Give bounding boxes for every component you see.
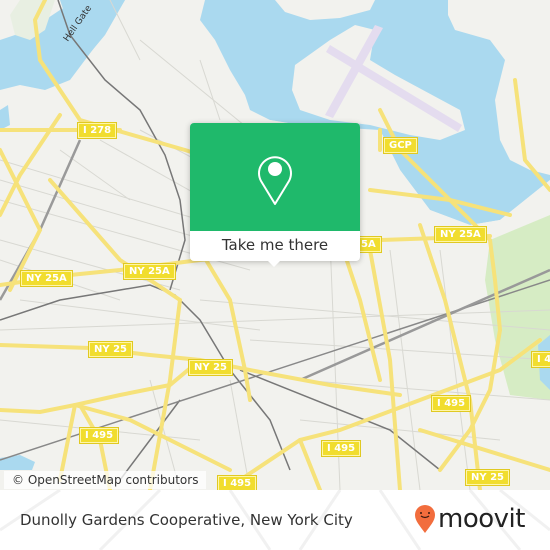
popup-header [190, 123, 360, 231]
route-shield-i495-center: I 495 [322, 441, 361, 456]
route-shield-ny25-east: NY 25 [466, 470, 510, 485]
route-shield-i495-edge: I 4 [532, 352, 550, 367]
place-name: Dunolly Gardens Cooperative, New York Ci… [20, 511, 353, 529]
route-shield-ny25-west1: NY 25 [89, 342, 133, 357]
moovit-brand[interactable]: moovit [414, 502, 525, 536]
map-pin-icon [258, 156, 292, 205]
route-shield-ny25-west2: NY 25 [189, 360, 233, 375]
location-popup[interactable]: Take me there [190, 123, 360, 267]
route-shield-gcp: GCP [384, 138, 417, 153]
moovit-wordmark: moovit [438, 504, 525, 534]
popup-tail [267, 260, 281, 267]
route-shield-i495-west: I 495 [80, 428, 119, 443]
footer-bar: Dunolly Gardens Cooperative, New York Ci… [0, 490, 550, 550]
route-shield-i495-bottom: I 495 [218, 476, 257, 490]
route-shield-i278: I 278 [78, 123, 117, 138]
map-attribution[interactable]: © OpenStreetMap contributors [4, 471, 207, 489]
moovit-logo-icon [415, 505, 435, 533]
water-left-edge [0, 105, 10, 130]
route-shield-ny25a-east: NY 25A [435, 227, 486, 242]
route-shield-ny25a-center: 5A [358, 237, 381, 252]
route-shield-i495-mid: I 495 [432, 396, 471, 411]
route-shield-ny25a-west1: NY 25A [124, 264, 175, 279]
map-canvas[interactable]: I 278 GCP NY 25A 5A NY 25A NY 25A NY 25 … [0, 0, 550, 490]
route-shield-ny25a-west2: NY 25A [21, 271, 72, 286]
take-me-there-button[interactable]: Take me there [190, 231, 360, 261]
